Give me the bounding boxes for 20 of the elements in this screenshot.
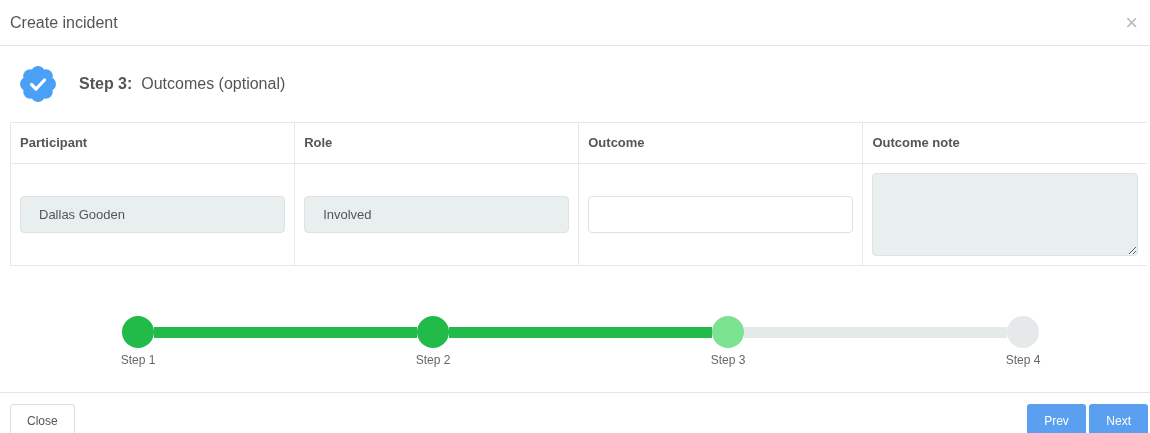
column-header: Outcome — [578, 122, 863, 164]
column-header: Role — [294, 122, 579, 164]
verified-badge-icon — [20, 66, 56, 102]
step-label: Step 4 — [1005, 352, 1041, 369]
step-label: Step 2 — [415, 352, 451, 369]
note-field[interactable] — [872, 173, 1138, 256]
step-dot[interactable] — [122, 316, 154, 348]
input-field[interactable]: Involved — [304, 196, 570, 233]
input-field[interactable]: Dallas Gooden — [20, 196, 286, 233]
step-dot[interactable] — [712, 316, 744, 348]
column-header: Outcome note — [862, 122, 1147, 164]
input-field[interactable] — [588, 196, 854, 233]
step-label: Step 3 — [710, 352, 746, 369]
step-dot[interactable] — [417, 316, 449, 348]
modal-title: Create incident — [10, 12, 118, 33]
column-header: Participant — [10, 122, 295, 164]
step-dot[interactable] — [1007, 316, 1039, 348]
close-button[interactable]: Close — [10, 404, 75, 433]
step-label: Step 1 — [120, 352, 156, 369]
step-heading: Step 3: Outcomes (optional) — [79, 74, 286, 94]
